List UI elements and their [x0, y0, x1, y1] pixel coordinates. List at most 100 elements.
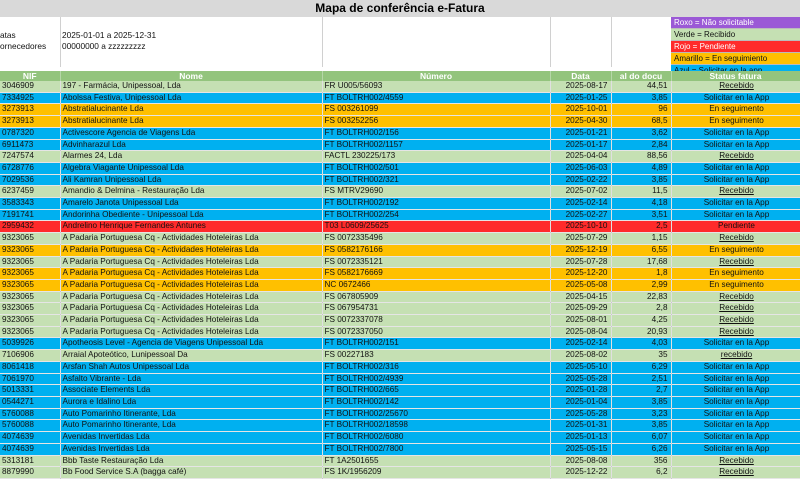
datas-value[interactable]: 2025-01-01 a 2025-12-31 [62, 30, 156, 41]
cell-status[interactable]: Solicitar en la App [671, 408, 800, 421]
cell-status[interactable]: Recebido [671, 291, 800, 304]
cell-status[interactable]: Solicitar en la App [671, 373, 800, 386]
cell-data: 2025-05-28 [550, 373, 612, 386]
table-row[interactable]: 9323065 A Padaria Portuguesa Cq - Activid… [0, 279, 800, 292]
cell-status[interactable]: En seguimento [671, 279, 800, 292]
cell-status[interactable]: Solicitar en la App [671, 384, 800, 397]
table-row[interactable]: 3583343 Amarelo Janota Unipessoal Lda FT B… [0, 197, 800, 210]
table-row[interactable]: 6911473 Advinharazul Lda FT BOLTRH002/1157… [0, 139, 800, 152]
column-header-total[interactable]: al do docu [611, 71, 672, 81]
cell-status[interactable]: Solicitar en la App [671, 139, 800, 152]
column-header-data[interactable]: Data [550, 71, 612, 81]
cell-nif: 7106906 [0, 349, 61, 362]
table-row[interactable]: 3273913 Abstratialucinante Lda FS 00325225… [0, 115, 800, 128]
cell-numero: FS 0072337050 [322, 326, 551, 339]
cell-total: 17,68 [611, 256, 672, 269]
cell-nome: Abolssa Festiva, Unipessoal Lda [60, 92, 323, 105]
cell-status[interactable]: Solicitar en la App [671, 419, 800, 433]
cell-status[interactable]: En seguimento [671, 115, 800, 128]
column-header-numero[interactable]: Número [322, 71, 551, 81]
table-row[interactable]: 0787320 Activescore Agencia de Viagens Ld… [0, 127, 800, 140]
cell-status[interactable]: Recebido [671, 150, 800, 163]
table-row[interactable]: 9323065 A Padaria Portuguesa Cq - Activid… [0, 302, 800, 316]
table-row[interactable]: 6237459 Amandio & Delmina - Restauração L… [0, 185, 800, 199]
column-header-nome[interactable]: Nome [60, 71, 323, 81]
table-row[interactable]: 5039926 Apotheosis Level - Agencia de Via… [0, 337, 800, 351]
cell-total: 11,5 [611, 185, 672, 199]
cell-status[interactable]: Recebido [671, 256, 800, 269]
table-row[interactable]: 4074639 Avenidas Invertidas Lda FT BOLTRH0… [0, 443, 800, 456]
cell-status[interactable]: Recebido [671, 185, 800, 199]
cell-status[interactable]: Recebido [671, 466, 800, 479]
cell-nome: Advinharazul Lda [60, 139, 323, 152]
cell-total: 2,84 [611, 139, 672, 152]
cell-data: 2025-04-15 [550, 291, 612, 304]
cell-nif: 6237459 [0, 185, 61, 199]
table-row[interactable]: 5013331 Associate Elements Lda FT BOLTRH00… [0, 384, 800, 397]
cell-status[interactable]: Solicitar en la App [671, 396, 800, 409]
cell-nif: 8879990 [0, 466, 61, 479]
cell-status[interactable]: Pendiente [671, 220, 800, 234]
table-header-row: NIF Nome Número Data al do docu Status f… [0, 71, 800, 81]
table-row[interactable]: 4074639 Avenidas Invertidas Lda FT BOLTRH0… [0, 431, 800, 444]
cell-data: 2025-02-27 [550, 209, 612, 222]
cell-status[interactable]: En seguimento [671, 267, 800, 280]
table-row[interactable]: 9323065 A Padaria Portuguesa Cq - Activid… [0, 244, 800, 257]
cell-status[interactable]: Recebido [671, 232, 800, 245]
table-row[interactable]: 5760088 Auto Pomarinho Itinerante, Lda FT … [0, 419, 800, 433]
table-row[interactable]: 9323065 A Padaria Portuguesa Cq - Activid… [0, 232, 800, 245]
cell-status[interactable]: Solicitar en la App [671, 209, 800, 222]
cell-total: 3,85 [611, 419, 672, 433]
cell-status[interactable]: Solicitar en la App [671, 162, 800, 175]
table-row[interactable]: 9323065 A Padaria Portuguesa Cq - Activid… [0, 314, 800, 327]
cell-status[interactable]: Solicitar en la App [671, 443, 800, 456]
table-row[interactable]: 8879990 Bb Food Service S.A (bagga café) F… [0, 466, 800, 479]
cell-numero: FT BOLTRH002/1157 [322, 139, 551, 152]
column-header-nif[interactable]: NIF [0, 71, 61, 81]
column-header-status[interactable]: Status fatura [671, 71, 800, 81]
cell-status[interactable]: Recebido [671, 302, 800, 316]
cell-status[interactable]: En seguimento [671, 103, 800, 117]
cell-status[interactable]: Solicitar en la App [671, 337, 800, 351]
table-row[interactable]: 7247574 Alarmes 24, Lda FACTL 230225/173 20… [0, 150, 800, 163]
table-row[interactable]: 9323065 A Padaria Portuguesa Cq - Activid… [0, 256, 800, 269]
cell-nome: Apotheosis Level - Agencia de Viagens Un… [60, 337, 323, 351]
cell-data: 2025-02-14 [550, 337, 612, 351]
cell-nome: Auto Pomarinho Itinerante, Lda [60, 408, 323, 421]
table-row[interactable]: 8061418 Arsfan Shah Autos Unipessoal Lda F… [0, 361, 800, 374]
table-row[interactable]: 6728776 Algebra Viagante Unipessoal Lda FT… [0, 162, 800, 175]
table-row[interactable]: 7106906 Arraial Apoteótico, Lunipessoal D… [0, 349, 800, 362]
cell-status[interactable]: En seguimento [671, 244, 800, 257]
cell-status[interactable]: Solicitar en la App [671, 127, 800, 140]
table-row[interactable]: 9323065 A Padaria Portuguesa Cq - Activid… [0, 326, 800, 339]
cell-status[interactable]: recebido [671, 349, 800, 362]
cell-nome: Asfalto Vibrante - Lda [60, 373, 323, 386]
legend-verde: Verde = Recibido [671, 29, 800, 41]
cell-nif: 5013331 [0, 384, 61, 397]
cell-status[interactable]: Solicitar en la App [671, 92, 800, 105]
table-row[interactable]: 7334925 Abolssa Festiva, Unipessoal Lda FT… [0, 92, 800, 105]
cell-status[interactable]: Solicitar en la App [671, 431, 800, 444]
cell-status[interactable]: Solicitar en la App [671, 197, 800, 210]
cell-numero: FT BOLTRH002/6080 [322, 431, 551, 444]
cell-status[interactable]: Recebido [671, 326, 800, 339]
cell-total: 35 [611, 349, 672, 362]
fornecedores-value[interactable]: 00000000 a zzzzzzzzz [62, 41, 145, 52]
table-row[interactable]: 7191741 Andorinha Obediente - Unipessoal … [0, 209, 800, 222]
table-row[interactable]: 2959432 Andrelino Henrique Fernandes Antu… [0, 220, 800, 234]
cell-status[interactable]: Solicitar en la App [671, 174, 800, 187]
table-row[interactable]: 0544271 Aurora e Idalino Lda FT BOLTRH002/… [0, 396, 800, 409]
cell-nome: Amarelo Janota Unipessoal Lda [60, 197, 323, 210]
table-row[interactable]: 7061970 Asfalto Vibrante - Lda FT BOLTRH00… [0, 373, 800, 386]
table-row[interactable]: 5760088 Auto Pomarinho Itinerante, Lda FT … [0, 408, 800, 421]
table-row[interactable]: 7029536 Ali Kamran Unipessoal Lda FT BOLTR… [0, 174, 800, 187]
table-row[interactable]: 9323065 A Padaria Portuguesa Cq - Activid… [0, 291, 800, 304]
table-row[interactable]: 3273913 Abstratialucinante Lda FS 00326109… [0, 103, 800, 117]
cell-status[interactable]: Solicitar en la App [671, 361, 800, 374]
cell-status[interactable]: Recebido [671, 314, 800, 327]
cell-nif: 7029536 [0, 174, 61, 187]
cell-status[interactable]: Recebido [671, 81, 800, 93]
table-row[interactable]: 9323065 A Padaria Portuguesa Cq - Activid… [0, 267, 800, 280]
table-row[interactable]: 3046909 197 - Farmácia, Unipessoal, Lda FR… [0, 81, 800, 93]
cell-nif: 9323065 [0, 256, 61, 269]
